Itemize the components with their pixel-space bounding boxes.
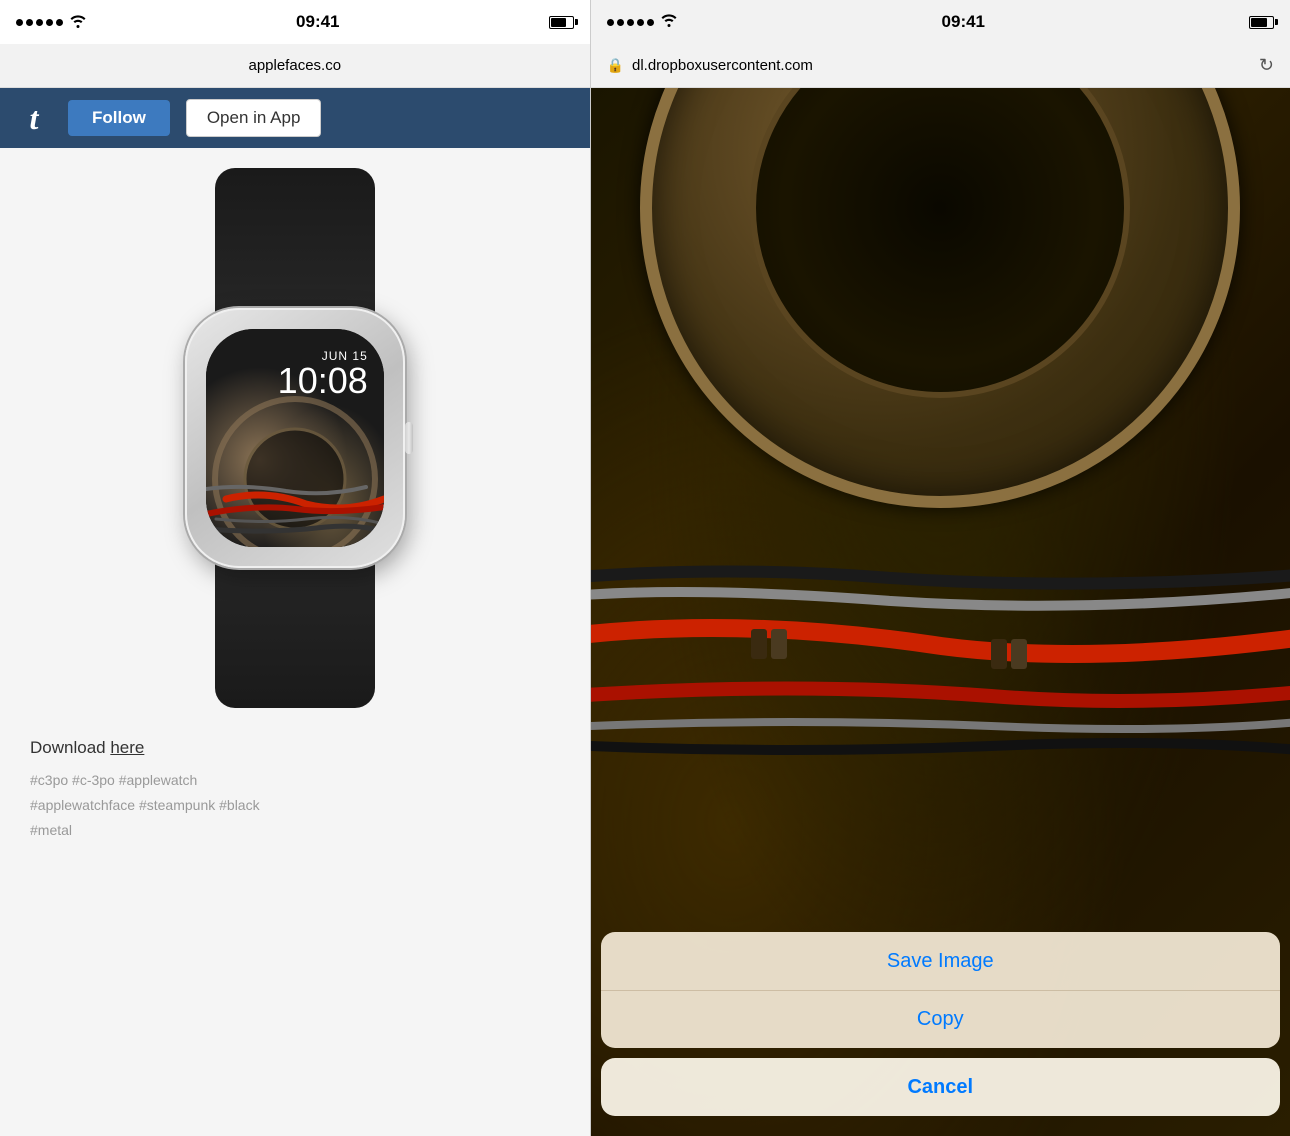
dot4 — [46, 19, 53, 26]
lock-icon: 🔒 — [607, 57, 624, 74]
rdot1 — [607, 19, 614, 26]
copy-label: Copy — [917, 1008, 964, 1031]
action-group-main: Save Image Copy — [601, 932, 1280, 1048]
url-bar-left[interactable]: applefaces.co — [0, 44, 590, 88]
url-right: dl.dropboxusercontent.com — [632, 57, 1251, 74]
watch-face: JUN 15 10:08 — [206, 329, 384, 547]
cancel-group: Cancel — [601, 1058, 1280, 1116]
right-panel: 09:41 🔒 dl.dropboxusercontent.com ↻ — [591, 0, 1290, 1136]
rdot3 — [627, 19, 634, 26]
download-link[interactable]: here — [110, 738, 144, 757]
status-bar-left: 09:41 — [0, 0, 590, 44]
cancel-label: Cancel — [907, 1076, 973, 1099]
signal-group-left — [16, 14, 87, 31]
signal-dots-right — [607, 19, 654, 26]
open-in-app-button[interactable]: Open in App — [186, 99, 322, 137]
watch-time: 10:08 — [278, 363, 368, 399]
action-sheet: Save Image Copy Cancel — [591, 932, 1290, 1136]
wifi-icon-right — [660, 13, 678, 32]
dot1 — [16, 19, 23, 26]
download-label: Download — [30, 738, 110, 757]
signal-group-right — [607, 13, 678, 32]
time-left: 09:41 — [296, 12, 339, 32]
tumblr-logo: t — [16, 100, 52, 136]
status-bar-right: 09:41 — [591, 0, 1290, 44]
battery-group-right — [1249, 16, 1274, 29]
dot2 — [26, 19, 33, 26]
rdot2 — [617, 19, 624, 26]
watch-image: JUN 15 10:08 — [135, 168, 455, 708]
url-bar-right[interactable]: 🔒 dl.dropboxusercontent.com ↻ — [591, 44, 1290, 88]
tumblr-header: t Follow Open in App — [0, 88, 590, 148]
dot3 — [36, 19, 43, 26]
battery-fill-right — [1251, 18, 1267, 27]
battery-group-left — [549, 16, 574, 29]
watch-crown — [405, 422, 413, 454]
download-text: Download here — [30, 738, 560, 758]
battery-icon-right — [1249, 16, 1274, 29]
content-left: JUN 15 10:08 Download here #c3po #c-3po … — [0, 148, 590, 1136]
cancel-button[interactable]: Cancel — [601, 1058, 1280, 1116]
rdot5 — [647, 19, 654, 26]
tags-text: #c3po #c-3po #applewatch #applewatchface… — [30, 768, 560, 844]
signal-dots-left — [16, 19, 63, 26]
time-right: 09:41 — [942, 12, 985, 32]
battery-icon-left — [549, 16, 574, 29]
download-section: Download here #c3po #c-3po #applewatch #… — [0, 738, 590, 854]
rdot4 — [637, 19, 644, 26]
save-image-button[interactable]: Save Image — [601, 932, 1280, 990]
copy-button[interactable]: Copy — [601, 990, 1280, 1048]
wifi-icon-left — [69, 14, 87, 31]
watch-time-display: JUN 15 10:08 — [278, 349, 368, 399]
dot5 — [56, 19, 63, 26]
watch-body: JUN 15 10:08 — [185, 308, 405, 568]
battery-fill-left — [551, 18, 567, 27]
save-image-label: Save Image — [887, 950, 994, 973]
left-panel: 09:41 applefaces.co t Follow Open in App — [0, 0, 590, 1136]
cables-svg — [591, 336, 1290, 1036]
tumblr-t-icon: t — [30, 100, 39, 137]
url-left: applefaces.co — [248, 57, 341, 74]
follow-button[interactable]: Follow — [68, 100, 170, 136]
reload-icon[interactable]: ↻ — [1259, 55, 1274, 76]
